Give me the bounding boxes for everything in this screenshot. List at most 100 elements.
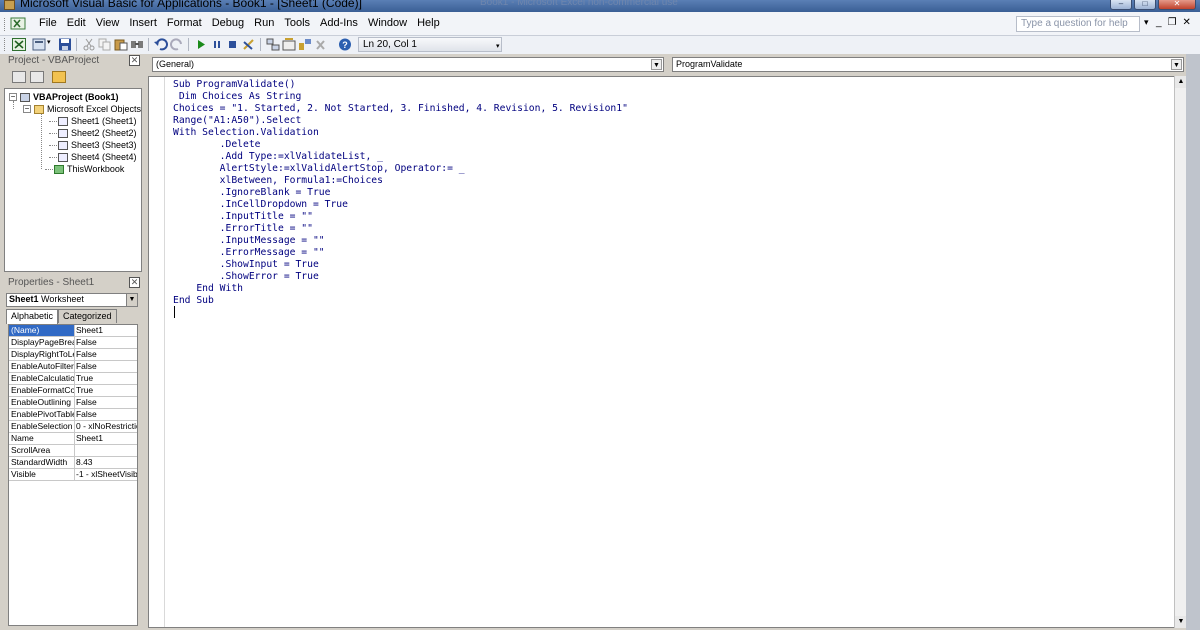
property-value[interactable]: 0 - xlNoRestrictions bbox=[75, 421, 137, 432]
property-row[interactable]: Visible-1 - xlSheetVisible bbox=[9, 469, 137, 481]
redo-icon[interactable] bbox=[170, 38, 184, 51]
cut-icon[interactable] bbox=[82, 38, 96, 51]
property-row[interactable]: StandardWidth 8.43 bbox=[9, 457, 137, 469]
code-line[interactable]: End Sub bbox=[173, 295, 628, 307]
toolbar-grip[interactable] bbox=[4, 38, 7, 51]
property-row[interactable]: EnableFormatConditionsCalculationTrue bbox=[9, 385, 137, 397]
property-value[interactable]: False bbox=[75, 361, 137, 372]
code-line[interactable]: .IgnoreBlank = True bbox=[173, 187, 628, 199]
collapse-icon[interactable]: − bbox=[23, 105, 31, 113]
code-margin[interactable] bbox=[149, 77, 165, 627]
insert-module-icon[interactable] bbox=[32, 38, 46, 51]
property-value[interactable]: Sheet1 bbox=[75, 433, 137, 444]
close-button[interactable]: ✕ bbox=[1158, 0, 1196, 10]
menu-view[interactable]: View bbox=[91, 17, 125, 29]
project-explorer-icon[interactable] bbox=[266, 38, 280, 51]
property-row[interactable]: EnableOutlining False bbox=[9, 397, 137, 409]
maximize-button[interactable]: □ bbox=[1134, 0, 1156, 10]
code-line[interactable]: Range("A1:A50").Select bbox=[173, 115, 628, 127]
child-close-icon[interactable]: ✕ bbox=[1183, 17, 1191, 28]
tree-item[interactable]: − VBAProject (Book1) bbox=[9, 91, 119, 103]
properties-close-button[interactable]: ✕ bbox=[129, 277, 140, 288]
tree-item[interactable]: Sheet1 (Sheet1) bbox=[49, 115, 137, 127]
copy-icon[interactable] bbox=[98, 38, 112, 51]
property-value[interactable]: -1 - xlSheetVisible bbox=[75, 469, 137, 480]
run-icon[interactable] bbox=[194, 38, 208, 51]
tree-item[interactable]: Sheet4 (Sheet4) bbox=[49, 151, 137, 163]
property-value[interactable]: False bbox=[75, 349, 137, 360]
code-line[interactable]: AlertStyle:=xlValidAlertStop, Operator:=… bbox=[173, 163, 628, 175]
code-line[interactable]: .ErrorMessage = "" bbox=[173, 247, 628, 259]
code-line[interactable]: .InputMessage = "" bbox=[173, 235, 628, 247]
property-row[interactable]: EnableSelection0 - xlNoRestrictions bbox=[9, 421, 137, 433]
code-lines[interactable]: Sub ProgramValidate() Dim Choices As Str… bbox=[173, 79, 628, 307]
reset-icon[interactable] bbox=[226, 38, 240, 51]
tab-categorized[interactable]: Categorized bbox=[58, 309, 117, 323]
view-code-icon[interactable] bbox=[12, 71, 26, 83]
view-object-icon[interactable] bbox=[30, 71, 44, 83]
menu-file[interactable]: File bbox=[34, 17, 62, 29]
property-value[interactable]: 8.43 bbox=[75, 457, 137, 468]
property-value[interactable]: Sheet1 bbox=[75, 325, 137, 336]
code-vertical-scrollbar[interactable]: ▲ ▼ bbox=[1174, 76, 1187, 628]
property-value[interactable] bbox=[75, 445, 137, 456]
property-row[interactable]: DisplayPageBreaksFalse bbox=[9, 337, 137, 349]
property-value[interactable]: True bbox=[75, 373, 137, 384]
menu-format[interactable]: Format bbox=[162, 17, 207, 29]
help-search-input[interactable]: Type a question for help bbox=[1016, 16, 1140, 32]
design-mode-icon[interactable] bbox=[242, 38, 256, 51]
property-row[interactable]: EnableAutoFilter False bbox=[9, 361, 137, 373]
property-row[interactable]: Name Sheet1 bbox=[9, 433, 137, 445]
minimize-button[interactable]: – bbox=[1110, 0, 1132, 10]
tree-item[interactable]: Sheet2 (Sheet2) bbox=[49, 127, 137, 139]
child-restore-icon[interactable]: ❐ bbox=[1168, 17, 1177, 28]
property-row[interactable]: DisplayRightToLeft False bbox=[9, 349, 137, 361]
code-line[interactable]: .Add Type:=xlValidateList, _ bbox=[173, 151, 628, 163]
menu-insert[interactable]: Insert bbox=[124, 17, 162, 29]
toggle-folders-icon[interactable] bbox=[52, 71, 66, 83]
project-explorer-close-button[interactable]: ✕ bbox=[129, 55, 140, 66]
code-line[interactable]: xlBetween, Formula1:=Choices bbox=[173, 175, 628, 187]
property-row[interactable]: (Name) Sheet1 bbox=[9, 325, 137, 337]
collapse-icon[interactable]: − bbox=[9, 93, 17, 101]
break-icon[interactable] bbox=[210, 38, 224, 51]
properties-window-icon[interactable] bbox=[282, 38, 296, 51]
menu-run[interactable]: Run bbox=[249, 17, 279, 29]
undo-icon[interactable] bbox=[154, 38, 168, 51]
tree-item[interactable]: Sheet3 (Sheet3) bbox=[49, 139, 137, 151]
menu-add-ins[interactable]: Add-Ins bbox=[315, 17, 363, 29]
tree-item[interactable]: ThisWorkbook bbox=[45, 163, 124, 175]
code-editor[interactable]: Sub ProgramValidate() Dim Choices As Str… bbox=[148, 76, 1182, 628]
chevron-down-icon[interactable]: ▼ bbox=[126, 294, 137, 306]
code-line[interactable]: .InputTitle = "" bbox=[173, 211, 628, 223]
tree-item[interactable]: − Microsoft Excel Objects bbox=[23, 103, 141, 115]
code-line[interactable]: Choices = "1. Started, 2. Not Started, 3… bbox=[173, 103, 628, 115]
property-row[interactable]: ScrollArea bbox=[9, 445, 137, 457]
paste-icon[interactable] bbox=[114, 38, 128, 51]
help-icon[interactable]: ? bbox=[338, 38, 352, 51]
code-line[interactable]: Dim Choices As String bbox=[173, 91, 628, 103]
code-line[interactable]: Sub ProgramValidate() bbox=[173, 79, 628, 91]
toolbox-icon[interactable] bbox=[314, 38, 328, 51]
code-line[interactable]: With Selection.Validation bbox=[173, 127, 628, 139]
object-browser-icon[interactable] bbox=[298, 38, 312, 51]
code-line[interactable]: .ShowError = True bbox=[173, 271, 628, 283]
code-line[interactable]: End With bbox=[173, 283, 628, 295]
child-minimize-icon[interactable]: _ bbox=[1156, 17, 1162, 28]
property-value[interactable]: False bbox=[75, 409, 137, 420]
save-icon[interactable] bbox=[58, 38, 72, 51]
tab-alphabetic[interactable]: Alphabetic bbox=[6, 309, 59, 324]
code-line[interactable]: .Delete bbox=[173, 139, 628, 151]
menu-grip[interactable] bbox=[4, 18, 7, 31]
find-icon[interactable] bbox=[130, 38, 144, 51]
view-excel-icon[interactable] bbox=[12, 38, 26, 51]
menu-edit[interactable]: Edit bbox=[62, 17, 91, 29]
property-value[interactable]: True bbox=[75, 385, 137, 396]
menu-help[interactable]: Help bbox=[412, 17, 445, 29]
properties-object-select[interactable]: Sheet1 Worksheet ▼ bbox=[6, 293, 138, 307]
property-value[interactable]: False bbox=[75, 397, 137, 408]
property-row[interactable]: EnableCalculation True bbox=[9, 373, 137, 385]
property-value[interactable]: False bbox=[75, 337, 137, 348]
menu-debug[interactable]: Debug bbox=[207, 17, 249, 29]
code-line[interactable]: .ErrorTitle = "" bbox=[173, 223, 628, 235]
